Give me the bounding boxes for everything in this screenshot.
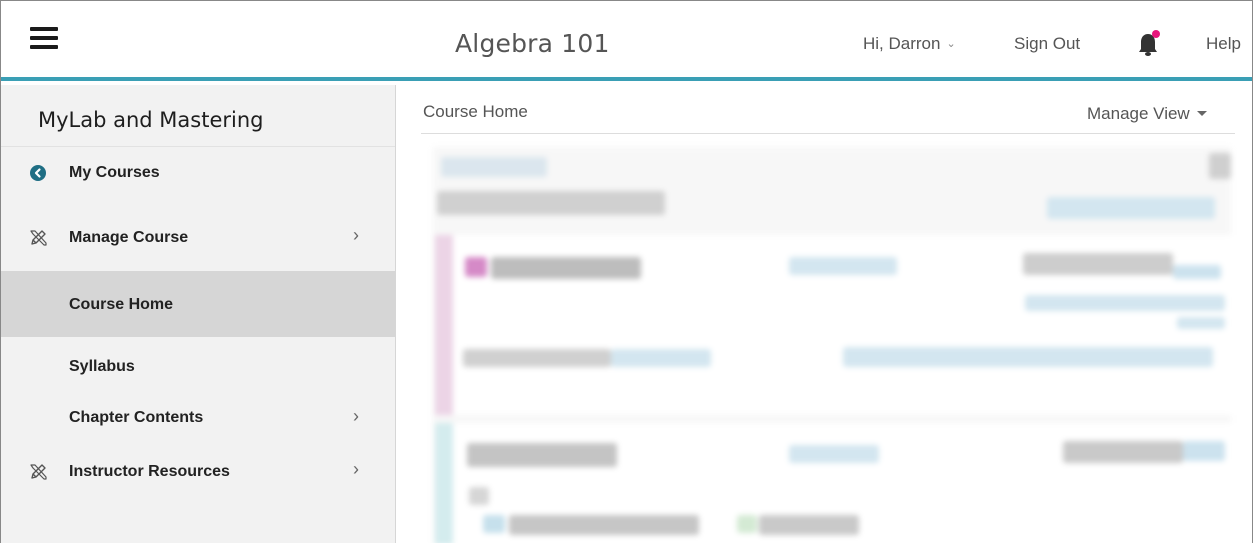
help-link[interactable]: Help <box>1206 34 1241 54</box>
sidebar-item-label: Syllabus <box>69 358 135 375</box>
obscured-course-content <box>433 147 1231 543</box>
chevron-down-icon: ⌄ <box>946 38 956 50</box>
brand-title: MyLab and Mastering <box>38 108 264 132</box>
sidebar-item-label: My Courses <box>69 164 160 181</box>
breadcrumb: Course Home <box>423 102 528 121</box>
sidebar-item-label: Chapter Contents <box>69 409 204 426</box>
sidebar-item-label: Course Home <box>69 296 174 313</box>
sidebar-item-course-home[interactable]: Course Home <box>1 271 395 337</box>
chevron-right-icon: › <box>353 406 359 426</box>
top-header: Algebra 101 Hi, Darron ⌄ Sign Out Help <box>1 1 1252 81</box>
sign-out-link[interactable]: Sign Out <box>1014 34 1080 54</box>
app-window: Algebra 101 Hi, Darron ⌄ Sign Out Help My… <box>0 0 1253 543</box>
user-menu-button[interactable]: Hi, Darron ⌄ <box>863 34 956 54</box>
back-circle-icon <box>30 165 46 186</box>
main-content: Course Home Manage View <box>397 85 1252 543</box>
user-greeting: Hi, Darron <box>863 34 941 53</box>
sidebar: MyLab and Mastering My Courses Manage Co… <box>1 85 396 543</box>
sidebar-item-chapter-contents[interactable]: Chapter Contents › <box>1 399 395 439</box>
divider <box>421 133 1235 134</box>
sidebar-item-manage-course[interactable]: Manage Course › <box>1 211 395 265</box>
sidebar-item-instructor-resources[interactable]: Instructor Resources › <box>1 449 395 495</box>
course-title: Algebra 101 <box>455 29 610 58</box>
sidebar-item-label: Instructor Resources <box>69 463 230 480</box>
caret-down-icon <box>1196 111 1207 116</box>
bell-icon[interactable] <box>1136 29 1162 59</box>
sidebar-item-my-courses[interactable]: My Courses <box>1 147 395 199</box>
chevron-right-icon: › <box>353 459 359 479</box>
sidebar-brand: MyLab and Mastering <box>1 85 395 147</box>
pencil-ruler-icon <box>29 461 49 486</box>
manage-view-label: Manage View <box>1087 104 1190 123</box>
pencil-ruler-icon <box>29 227 49 252</box>
chevron-right-icon: › <box>353 225 359 245</box>
sidebar-item-label: Manage Course <box>69 229 189 246</box>
hamburger-menu-icon[interactable] <box>30 27 58 49</box>
sidebar-item-syllabus[interactable]: Syllabus <box>1 347 395 387</box>
manage-view-dropdown[interactable]: Manage View <box>1087 104 1207 124</box>
